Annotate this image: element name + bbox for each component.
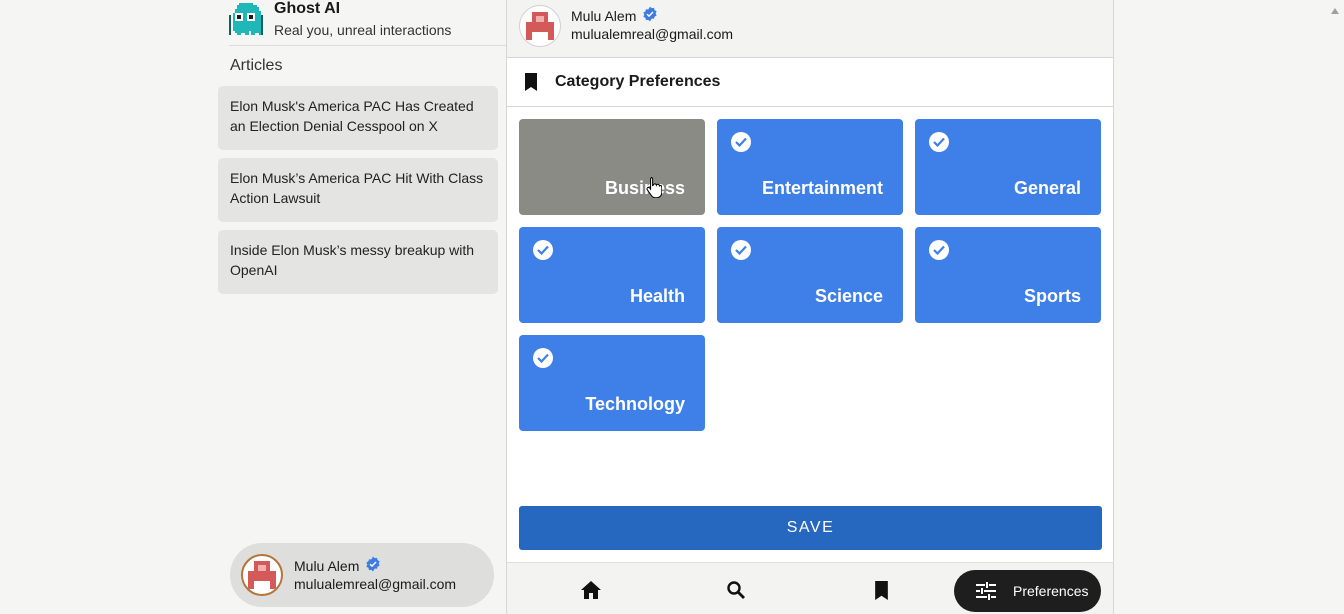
bookmark-icon	[524, 73, 538, 96]
bookmark-icon[interactable]	[870, 579, 892, 601]
check-icon	[731, 240, 751, 260]
avatar	[241, 554, 283, 596]
nav-preferences-active[interactable]: Preferences	[954, 570, 1101, 612]
ghost-logo-icon	[229, 3, 263, 35]
verified-badge-icon	[365, 556, 381, 575]
check-icon	[731, 132, 751, 152]
category-tile-science[interactable]: Science	[717, 227, 903, 323]
nav-preferences-label: Preferences	[1013, 583, 1089, 599]
category-label: Science	[814, 286, 883, 306]
profile-header: Mulu Alem mulualemreal@gmail.com	[507, 0, 1113, 58]
category-label: Entertainment	[761, 178, 883, 198]
header-user-email: mulualemreal@gmail.com	[571, 26, 734, 42]
check-icon	[533, 348, 553, 368]
category-tile-technology[interactable]: Technology	[519, 335, 705, 431]
user-email: mulualemreal@gmail.com	[294, 576, 457, 592]
category-label: Health	[629, 286, 685, 306]
category-tile-general[interactable]: General	[915, 119, 1101, 215]
app-tagline: Real you, unreal interactions	[274, 22, 452, 38]
brand-header: Ghost AI Real you, unreal interactions	[229, 0, 506, 46]
category-tile-sports[interactable]: Sports	[915, 227, 1101, 323]
category-label: Business	[604, 178, 685, 198]
category-label: Technology	[585, 394, 685, 414]
save-button[interactable]: SAVE	[519, 506, 1102, 550]
home-icon[interactable]	[580, 579, 602, 601]
category-tile-business[interactable]: Business	[519, 119, 705, 215]
category-tile-entertainment[interactable]: Entertainment	[717, 119, 903, 215]
check-icon	[929, 132, 949, 152]
category-label: General	[1013, 178, 1081, 198]
articles-heading: Articles	[230, 57, 283, 74]
category-preferences-header: Category Preferences	[507, 59, 1113, 107]
bottom-navigation: Preferences	[507, 562, 1113, 614]
app-title: Ghost AI	[274, 0, 341, 17]
header-user-name-row: Mulu Alem	[571, 6, 658, 25]
article-item[interactable]: Elon Musk’s America PAC Hit With Class A…	[218, 158, 498, 222]
header-user-name: Mulu Alem	[571, 7, 637, 24]
search-icon[interactable]	[725, 579, 747, 601]
user-name-row: Mulu Alem	[294, 556, 381, 575]
category-tile-health[interactable]: Health	[519, 227, 705, 323]
article-item[interactable]: Elon Musk's America PAC Has Created an E…	[218, 86, 498, 150]
category-label: Sports	[1023, 286, 1081, 306]
user-name: Mulu Alem	[294, 557, 360, 574]
check-icon	[533, 240, 553, 260]
check-icon	[929, 240, 949, 260]
section-title: Category Preferences	[555, 73, 721, 90]
article-item[interactable]: Inside Elon Musk’s messy breakup with Op…	[218, 230, 498, 294]
sliders-icon	[976, 582, 996, 600]
avatar[interactable]	[519, 5, 561, 47]
scrollbar-up-arrow-icon[interactable]	[1331, 1, 1339, 19]
user-profile-card[interactable]: Mulu Alem mulualemreal@gmail.com	[230, 543, 494, 607]
verified-badge-icon	[642, 6, 658, 25]
preferences-panel: Mulu Alem mulualemreal@gmail.com Categor…	[506, 0, 1114, 614]
sidebar: Ghost AI Real you, unreal interactions A…	[218, 0, 506, 614]
